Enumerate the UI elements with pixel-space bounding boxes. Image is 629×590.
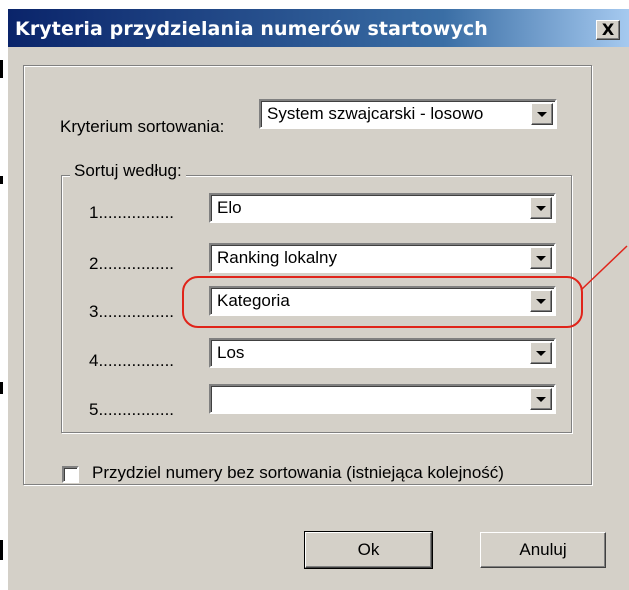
no-sort-checkbox[interactable] [62, 466, 79, 483]
annotation-pointer-line [580, 245, 628, 291]
ok-button[interactable]: Ok [304, 531, 433, 569]
no-sort-checkbox-label[interactable]: Przydziel numery bez sortowania (istniej… [92, 463, 504, 483]
cancel-button[interactable]: Anuluj [480, 532, 606, 568]
